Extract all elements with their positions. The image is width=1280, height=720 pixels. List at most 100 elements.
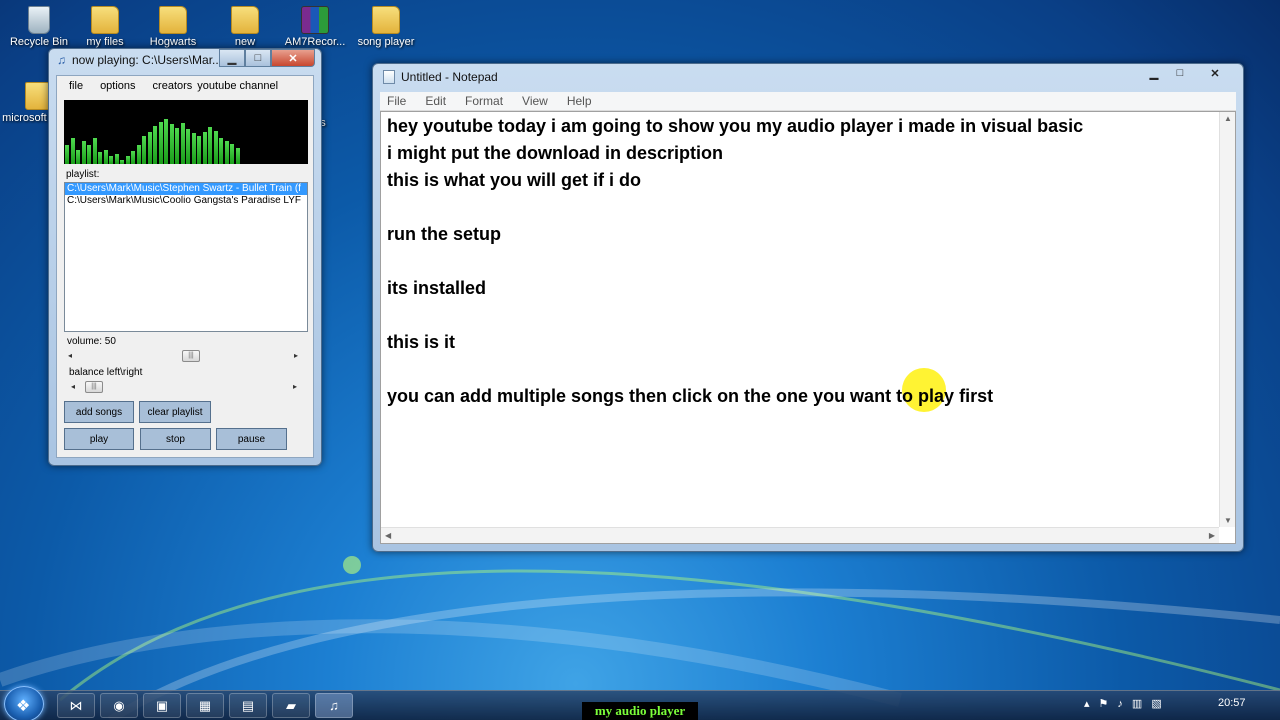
minimize-button[interactable]: ▁	[1141, 64, 1167, 82]
visualizer-bar	[131, 151, 135, 164]
visualizer-bar	[213, 131, 218, 164]
playlist-box[interactable]: C:\Users\Mark\Music\Stephen Swartz - Bul…	[64, 182, 308, 332]
notepad-text-area[interactable]: ▲ ▼ ◀ ▶ hey youtube today i am going to …	[380, 111, 1236, 544]
menu-help[interactable]: Help	[567, 94, 592, 108]
arrow-left-icon[interactable]: ◂	[68, 350, 72, 362]
video-caption: my audio player	[582, 702, 698, 720]
visualizer-bar	[158, 122, 163, 164]
visualizer-bar	[81, 141, 86, 164]
network-icon[interactable]: ▥	[1132, 698, 1151, 710]
visualizer-bar	[224, 141, 229, 164]
desktop-icon-label: my files	[86, 36, 124, 48]
visual-studio-icon[interactable]: ⋈	[57, 693, 95, 718]
volume-thumb[interactable]: |||	[182, 350, 200, 362]
visualizer-bar	[180, 123, 185, 164]
desktop-icon-label: Hogwarts	[149, 36, 197, 48]
visualizer-bar	[103, 150, 108, 164]
tray-app-icon[interactable]: ▧	[1151, 698, 1170, 710]
volume-label: volume: 50	[67, 336, 116, 347]
audio-player-window: ♫ now playing: C:\Users\Mar... ▁ □ ✕ fil…	[48, 48, 322, 466]
arrow-down-icon[interactable]: ▼	[1224, 516, 1232, 525]
folder-icon	[372, 6, 400, 34]
clock[interactable]: 20:57	[1218, 697, 1246, 709]
visualizer-bar	[92, 138, 97, 164]
playlist-label: playlist:	[66, 169, 100, 180]
music-note-icon: ♫	[57, 53, 66, 67]
visualizer-bar	[109, 156, 113, 164]
audio-player-taskbar-icon[interactable]: ♫	[315, 693, 353, 718]
desktop-icon-label: AM7Recor...	[284, 36, 346, 48]
menu-file[interactable]: file	[69, 80, 83, 92]
maximize-button[interactable]: □	[1167, 64, 1193, 82]
folder-icon	[159, 6, 187, 34]
explorer-icon[interactable]: ▰	[272, 693, 310, 718]
menu-options[interactable]: options	[100, 80, 135, 92]
visualizer-bar	[98, 152, 102, 164]
visualizer-bar	[76, 150, 80, 164]
visualizer-bar	[114, 154, 119, 164]
arrow-left-icon[interactable]: ◀	[385, 531, 391, 540]
visualizer-bar	[230, 144, 234, 164]
visualizer-bar	[219, 138, 223, 164]
balance-thumb[interactable]: |||	[85, 381, 103, 393]
desktop-icon-song-player[interactable]: song player	[347, 6, 425, 48]
show-hidden-icon[interactable]: ▴	[1084, 698, 1099, 710]
app-icon[interactable]: ▦	[186, 693, 224, 718]
computer-icon[interactable]: ▣	[143, 693, 181, 718]
player-body: file options creators youtube channel pl…	[56, 75, 314, 458]
text-line: run the setup	[387, 224, 502, 244]
visualizer-bar	[142, 136, 146, 164]
volume-slider[interactable]: ◂ ||| ▸	[64, 350, 300, 362]
flag-icon[interactable]: ⚑	[1099, 698, 1118, 710]
visualizer-bar	[164, 119, 168, 164]
arrow-right-icon[interactable]: ▸	[294, 350, 298, 362]
visualizer-bar	[197, 136, 201, 164]
close-button[interactable]: ✕	[271, 49, 315, 67]
arrow-right-icon[interactable]: ▸	[293, 381, 297, 393]
arrow-left-icon[interactable]: ◂	[71, 381, 75, 393]
desktop-icon-hogwarts[interactable]: Hogwarts	[134, 6, 212, 48]
player-window-controls: ▁ □ ✕	[219, 49, 315, 67]
menu-edit[interactable]: Edit	[425, 94, 446, 108]
text-line: i might put the download in description	[387, 143, 723, 163]
horizontal-scrollbar[interactable]: ◀ ▶	[381, 527, 1219, 543]
menu-creators[interactable]: creators	[153, 80, 193, 92]
menu-format[interactable]: Format	[465, 94, 503, 108]
vertical-scrollbar[interactable]: ▲ ▼	[1219, 112, 1235, 527]
pause-button[interactable]: pause	[216, 428, 287, 450]
visualizer-bar	[120, 160, 124, 164]
minimize-button[interactable]: ▁	[219, 49, 245, 67]
visualizer-bar	[186, 129, 190, 164]
desktop-icon-my-files[interactable]: my files	[66, 6, 144, 48]
maximize-button[interactable]: □	[245, 49, 271, 67]
close-button[interactable]: ✕	[1193, 64, 1237, 82]
chrome-icon[interactable]: ◉	[100, 693, 138, 718]
player-title: now playing: C:\Users\Mar...	[72, 53, 223, 67]
stop-button[interactable]: stop	[140, 428, 211, 450]
play-button[interactable]: play	[64, 428, 134, 450]
visualizer	[64, 100, 308, 164]
playlist-item[interactable]: C:\Users\Mark\Music\Coolio Gangsta's Par…	[65, 195, 307, 207]
add-songs-button[interactable]: add songs	[64, 401, 134, 423]
desktop-icon-am7recor[interactable]: AM7Recor...	[276, 6, 354, 48]
recycle-bin-icon	[28, 6, 50, 34]
playlist-item[interactable]: C:\Users\Mark\Music\Stephen Swartz - Bul…	[65, 183, 307, 196]
volume-icon[interactable]: ♪	[1117, 698, 1132, 710]
menu-view[interactable]: View	[522, 94, 548, 108]
text-line: you can add multiple songs then click on…	[387, 386, 994, 406]
visualizer-bar	[235, 148, 240, 164]
desktop-icon-label: song player	[357, 36, 415, 48]
text-line: this is it	[387, 332, 456, 352]
menu-youtube-channel[interactable]: youtube channel	[197, 80, 278, 92]
menu-file[interactable]: File	[387, 94, 406, 108]
clear-playlist-button[interactable]: clear playlist	[139, 401, 211, 423]
notepad-icon	[383, 70, 395, 84]
start-button[interactable]: ❖	[4, 686, 44, 720]
visualizer-bar	[169, 124, 174, 164]
balance-slider[interactable]: ◂ ||| ▸	[67, 381, 299, 393]
notepad-menu-bar: File Edit Format View Help	[380, 92, 1236, 111]
arrow-up-icon[interactable]: ▲	[1224, 114, 1232, 123]
desktop-icon-new[interactable]: new	[206, 6, 284, 48]
notepad-taskbar-icon[interactable]: ▤	[229, 693, 267, 718]
arrow-right-icon[interactable]: ▶	[1209, 531, 1215, 540]
